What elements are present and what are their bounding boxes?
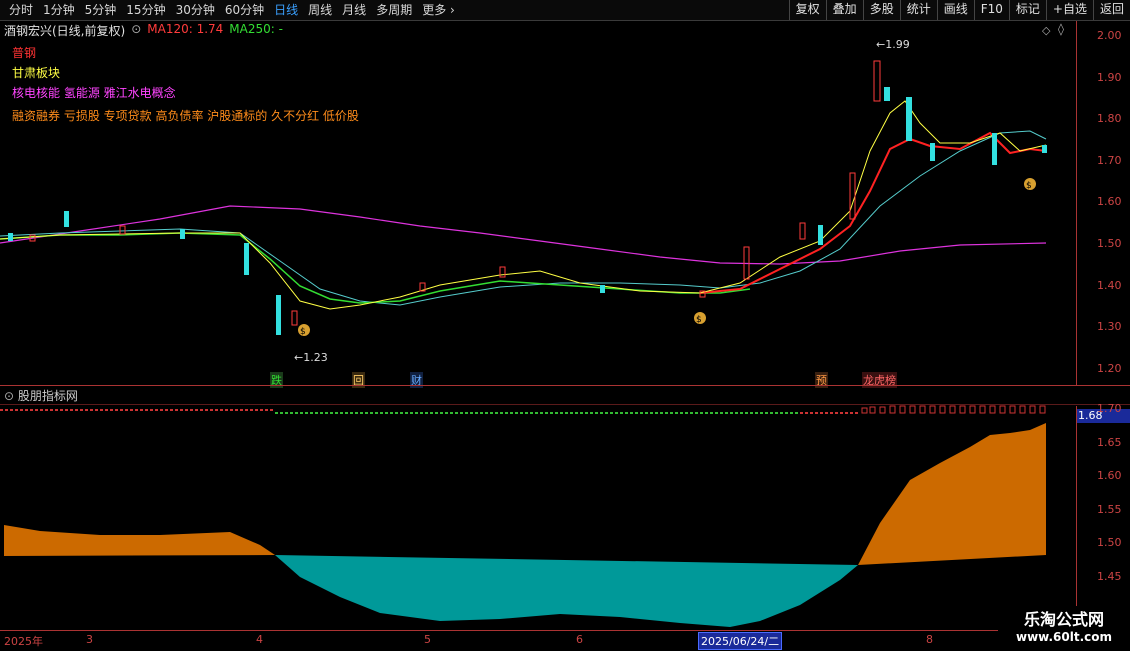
area-orange-right — [858, 423, 1046, 565]
candle — [799, 222, 806, 240]
toolbar: 分时 1分钟 5分钟 15分钟 30分钟 60分钟 日线 周线 月线 多周期 更多 › 复权 叠加 多股… — [0, 0, 1130, 21]
period-tab[interactable]: 周线 — [303, 2, 337, 18]
watermark: 乐淘公式网 www.60lt.com — [998, 606, 1130, 650]
price-tick: 1.70 — [1097, 153, 1122, 167]
date-year: 2025年 — [4, 635, 43, 648]
candle — [119, 225, 126, 235]
period-tab[interactable]: 1分钟 — [38, 2, 80, 18]
date-month-5: 5 — [424, 633, 431, 646]
candle — [930, 143, 935, 161]
area-orange-left — [4, 525, 275, 556]
indicator-chart[interactable] — [0, 405, 1076, 630]
price-tick: 2.00 — [1097, 29, 1122, 42]
money-bag-icon: $ — [1024, 178, 1036, 191]
watermark-url: www.60lt.com — [1015, 630, 1113, 644]
candle — [600, 285, 605, 293]
indicator-tick: 1.60 — [1097, 469, 1122, 482]
indicator-tick: 1.65 — [1097, 435, 1122, 449]
selected-date: 2025/06/24/二 — [698, 632, 783, 650]
price-tick: 1.80 — [1097, 112, 1122, 126]
candle — [291, 310, 298, 326]
price-tick: 1.60 — [1097, 195, 1122, 209]
candle — [873, 60, 881, 102]
ma-magenta-line — [0, 205, 1047, 265]
period-tab[interactable]: 日线 — [269, 2, 303, 18]
date-month-3: 3 — [86, 633, 93, 646]
top-small-boxes — [861, 405, 1046, 414]
date-month-4: 4 — [256, 633, 263, 646]
ma-yellow-line — [0, 100, 1047, 310]
panel-separator — [0, 385, 1130, 386]
price-tick: 1.20 — [1097, 361, 1122, 375]
price-tick: 1.50 — [1097, 237, 1122, 250]
money-bag-icon: $ — [298, 324, 310, 337]
price-axis: 2.00 1.90 1.80 1.70 1.60 1.50 1.40 1.30 1.20 — [1076, 21, 1130, 385]
date-month-8: 8 — [926, 633, 933, 646]
ma-cyan-line — [0, 130, 1047, 306]
indicator-tick: 1.70 — [1097, 402, 1122, 415]
candle — [818, 225, 823, 245]
period-tab[interactable]: 更多 › — [417, 2, 460, 18]
candle — [276, 295, 281, 335]
period-tab[interactable]: 月线 — [337, 2, 371, 18]
settings-icon[interactable]: ⊙ — [4, 389, 14, 403]
price-tick: 1.30 — [1097, 320, 1122, 334]
toolbar-button[interactable]: +自选 — [1045, 0, 1093, 20]
watermark-title: 乐淘公式网 — [1023, 610, 1104, 629]
indicator-tick: 1.50 — [1097, 536, 1122, 549]
price-tick: 1.40 — [1097, 278, 1122, 292]
period-tabs: 分时 1分钟 5分钟 15分钟 30分钟 60分钟 日线 周线 月线 多周期 更多 › — [4, 2, 460, 18]
candle — [992, 133, 997, 165]
date-month-6: 6 — [576, 633, 583, 646]
toolbar-button[interactable]: 多股 — [862, 0, 900, 20]
svg-text:$: $ — [300, 327, 306, 337]
indicator-tick: 1.55 — [1097, 502, 1122, 516]
candle — [8, 233, 13, 241]
toolbar-buttons: 复权 叠加 多股 统计 画线 F10 标记 +自选 返回 — [788, 0, 1130, 20]
toolbar-button[interactable]: 复权 — [788, 0, 826, 20]
money-bag-icon: $ — [694, 312, 706, 325]
candle — [849, 172, 856, 220]
date-axis: 2025年 3 4 5 6 2025/06/24/二 8 — [0, 630, 1130, 651]
indicator-tick: 1.45 — [1097, 569, 1122, 583]
period-tab[interactable]: 60分钟 — [220, 2, 269, 18]
candle — [180, 229, 185, 239]
period-tab[interactable]: 多周期 — [371, 2, 417, 18]
svg-text:$: $ — [696, 315, 702, 325]
toolbar-button[interactable]: 返回 — [1092, 0, 1130, 20]
candle — [244, 243, 249, 275]
candle — [884, 87, 890, 101]
candle — [499, 266, 506, 278]
low-annotation: ←1.23 — [294, 351, 328, 364]
period-tab[interactable]: 5分钟 — [80, 2, 122, 18]
toolbar-button[interactable]: 统计 — [899, 0, 937, 20]
toolbar-button[interactable]: 叠加 — [825, 0, 863, 20]
price-tick: 1.90 — [1097, 70, 1122, 84]
candle — [906, 97, 912, 141]
svg-text:$: $ — [1026, 181, 1032, 191]
indicator-title: ⊙ 股朋指标网 — [4, 389, 78, 403]
period-tab[interactable]: 30分钟 — [171, 2, 220, 18]
period-tab[interactable]: 15分钟 — [121, 2, 170, 18]
toolbar-button[interactable]: 标记 — [1008, 0, 1046, 20]
toolbar-button[interactable]: 画线 — [936, 0, 974, 20]
ma-green-line — [0, 232, 751, 304]
indicator-axis: 1.70 1.65 1.60 1.55 1.50 1.45 — [1076, 402, 1130, 630]
high-annotation: ←1.99 — [876, 38, 910, 51]
candle — [64, 211, 69, 227]
toolbar-button[interactable]: F10 — [973, 0, 1009, 20]
period-tab[interactable]: 分时 — [4, 2, 38, 18]
candle — [1042, 145, 1047, 153]
area-teal — [275, 555, 858, 627]
kline-chart[interactable]: ←1.99 ←1.23 $ $ $ — [0, 21, 1076, 385]
